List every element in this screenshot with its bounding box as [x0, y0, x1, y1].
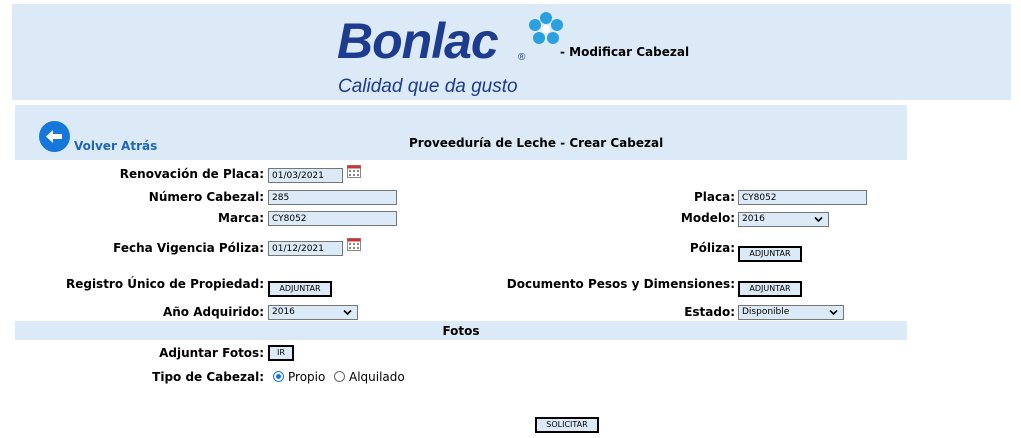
documento-pesos-label: Documento Pesos y Dimensiones: — [506, 277, 735, 291]
fecha-poliza-date-input[interactable]: 01/12/2021 — [268, 241, 343, 256]
page-title-bar: Volver Atrás Proveeduría de Leche - Crea… — [15, 105, 907, 160]
tipo-propio-radio[interactable] — [273, 371, 284, 382]
registro-adjuntar-button[interactable]: ADJUNTAR — [268, 281, 332, 297]
tipo-cabezal-label: Tipo de Cabezal: — [152, 370, 264, 384]
renovacion-label: Renovación de Placa: — [119, 167, 264, 181]
flower-icon — [529, 12, 563, 44]
fotos-section-title: Fotos — [442, 324, 480, 338]
marca-input[interactable]: CY8052 — [268, 211, 397, 226]
chevron-down-icon — [829, 309, 838, 316]
renovacion-date-input[interactable]: 01/03/2021 — [268, 168, 343, 183]
arrow-left-circle-icon[interactable] — [39, 121, 70, 152]
marca-label: Marca: — [218, 211, 264, 225]
logo-tagline: Calidad que da gusto — [338, 76, 518, 97]
numero-cabezal-input[interactable]: 285 — [268, 190, 397, 205]
tipo-propio-label: Propio — [288, 370, 326, 384]
estado-label: Estado: — [684, 305, 735, 319]
page-title: Proveeduría de Leche - Crear Cabezal — [409, 136, 664, 150]
anio-label: Año Adquirido: — [162, 305, 264, 319]
documento-pesos-adjuntar-button[interactable]: ADJUNTAR — [738, 281, 802, 297]
solicitar-button[interactable]: SOLICITAR — [535, 417, 599, 433]
back-link[interactable]: Volver Atrás — [74, 139, 157, 153]
header-title: - Modificar Cabezal — [560, 45, 690, 59]
registro-label: Registro Único de Propiedad: — [65, 277, 264, 291]
fecha-poliza-label: Fecha Vigencia Póliza: — [113, 241, 264, 255]
estado-selected-value: Disponible — [742, 307, 790, 317]
chevron-down-icon — [343, 309, 352, 316]
calendar-icon[interactable] — [347, 165, 361, 178]
bonlac-logo: Bonlac ® Calidad que da gusto — [325, 4, 563, 100]
poliza-label: Póliza: — [689, 241, 735, 255]
modelo-selected-value: 2016 — [742, 214, 765, 224]
numero-cabezal-label: Número Cabezal: — [148, 190, 264, 204]
placa-input[interactable]: CY8052 — [738, 190, 867, 205]
anio-selected-value: 2016 — [272, 307, 295, 317]
poliza-adjuntar-button[interactable]: ADJUNTAR — [738, 246, 802, 262]
logo-registered-mark: ® — [518, 52, 526, 63]
chevron-down-icon — [814, 216, 823, 223]
tipo-alquilado-radio[interactable] — [334, 371, 345, 382]
modelo-label: Modelo: — [680, 211, 735, 225]
modelo-select[interactable]: 2016 — [738, 212, 829, 227]
placa-label: Placa: — [693, 190, 735, 204]
adjuntar-fotos-label: Adjuntar Fotos: — [159, 346, 264, 360]
estado-select[interactable]: Disponible — [738, 305, 844, 320]
header-banner: Bonlac ® Calidad que da gusto - Modifica… — [12, 4, 1011, 100]
fotos-section-bar: Fotos — [15, 321, 907, 340]
anio-select[interactable]: 2016 — [268, 305, 358, 320]
logo-wordmark: Bonlac — [337, 13, 499, 69]
tipo-alquilado-label: Alquilado — [349, 370, 405, 384]
calendar-icon[interactable] — [347, 238, 361, 251]
adjuntar-fotos-ir-button[interactable]: IR — [268, 345, 294, 361]
